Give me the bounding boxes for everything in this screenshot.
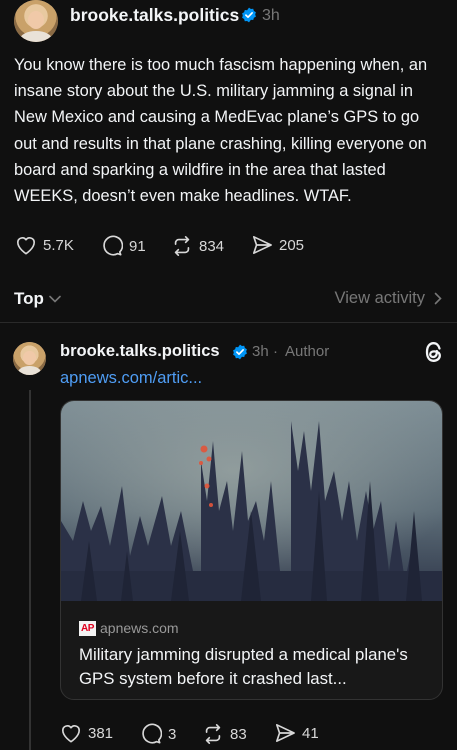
- repost-button[interactable]: 834: [171, 235, 224, 257]
- reply-comment-button[interactable]: 3: [140, 723, 176, 745]
- ap-logo-icon: AP: [79, 620, 96, 636]
- avatar[interactable]: [14, 0, 58, 42]
- reply-count: 91: [129, 237, 146, 255]
- view-activity-label: View activity: [334, 289, 425, 307]
- verified-icon: [242, 7, 256, 23]
- post-time: 3h: [262, 7, 280, 24]
- reply-like-count: 381: [88, 724, 114, 742]
- view-activity-link[interactable]: View activity: [335, 289, 442, 308]
- author-tag: Author: [285, 343, 330, 360]
- chevron-down-icon: [49, 295, 61, 303]
- reply-comment-count: 3: [168, 725, 177, 743]
- reply-button[interactable]: 91: [101, 235, 146, 257]
- threads-logo-icon[interactable]: [423, 340, 445, 364]
- reply-time: 3h: [252, 343, 269, 360]
- repost-icon: [174, 236, 190, 256]
- share-icon: [276, 724, 295, 742]
- share-icon: [253, 236, 272, 254]
- reply-username[interactable]: brooke.talks.politics: [60, 342, 220, 361]
- reply-like-button[interactable]: 381: [60, 723, 113, 743]
- thread-line: [29, 390, 31, 750]
- comment-icon: [103, 235, 123, 256]
- heart-icon: [61, 725, 81, 743]
- reply-repost-count: 83: [230, 725, 247, 743]
- heart-icon: [16, 237, 36, 255]
- article-image: [61, 401, 442, 601]
- reply-avatar[interactable]: [13, 342, 46, 375]
- reply-share-count: 41: [302, 724, 319, 742]
- sort-bar: Top View activity: [0, 280, 457, 318]
- link-preview-card[interactable]: AP apnews.com Military jamming disrupted…: [60, 400, 443, 700]
- share-button[interactable]: 205: [251, 235, 304, 255]
- post-text: You know there is too much fascism happe…: [14, 56, 428, 206]
- verified-icon: [233, 344, 247, 360]
- divider: [0, 322, 457, 323]
- card-title: Military jamming disrupted a medical pla…: [79, 645, 408, 688]
- reply-separator: ·: [273, 343, 278, 360]
- post-username[interactable]: brooke.talks.politics: [70, 5, 239, 26]
- article-link[interactable]: apnews.com/artic...: [60, 369, 202, 388]
- sort-label: Top: [14, 289, 44, 308]
- share-count: 205: [279, 236, 305, 254]
- reply-repost-button[interactable]: 83: [202, 723, 247, 745]
- repost-icon: [205, 724, 221, 744]
- like-count: 5.7K: [43, 236, 74, 254]
- repost-count: 834: [199, 237, 225, 255]
- comment-icon: [142, 723, 162, 744]
- card-source-domain: apnews.com: [100, 620, 179, 636]
- reply-share-button[interactable]: 41: [274, 723, 319, 743]
- sort-dropdown[interactable]: Top: [14, 289, 61, 309]
- post-header: brooke.talks.politics 3h: [0, 0, 457, 44]
- like-button[interactable]: 5.7K: [15, 235, 74, 255]
- card-source: AP apnews.com: [79, 620, 179, 636]
- chevron-right-icon: [434, 292, 442, 305]
